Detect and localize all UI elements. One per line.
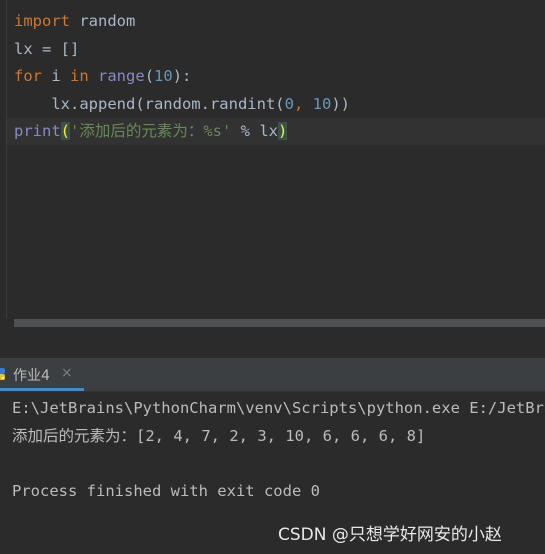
code-token: 10 [154, 67, 173, 85]
code-token: in [70, 67, 89, 85]
code-token: '添加后的元素为：%s' [70, 122, 232, 140]
editor-horizontal-scrollbar[interactable] [0, 318, 545, 329]
console-command-line: E:\JetBrains\PythonCharm\venv\Scripts\py… [12, 399, 545, 417]
scrollbar-thumb[interactable] [14, 319, 545, 327]
code-line[interactable]: lx.append(random.randint(0, 10)) [14, 91, 350, 118]
code-token: range [98, 67, 145, 85]
code-token: % lx [231, 122, 279, 140]
code-token: ): [172, 67, 192, 85]
editor-panel-gap [0, 329, 545, 358]
code-token: lx = [] [14, 40, 80, 58]
gutter-divider [6, 0, 7, 318]
code-token: for [14, 67, 42, 85]
code-token: ( [60, 122, 71, 140]
run-tool-window-tabs: 作业4 × [0, 358, 545, 392]
code-token: 0 [284, 95, 294, 113]
console-output-line: 添加后的元素为：[2, 4, 7, 2, 3, 10, 6, 6, 6, 8] [12, 427, 426, 445]
console-exit-line: Process finished with exit code 0 [12, 482, 320, 500]
code-editor[interactable]: import random lx = [] for i in range(10)… [0, 0, 545, 318]
python-icon [0, 368, 5, 380]
watermark-text: CSDN @只想学好网安的小赵 [278, 525, 502, 545]
code-token: ( [144, 67, 155, 85]
code-token: random [70, 12, 136, 30]
run-tab[interactable]: 作业4 × [0, 358, 84, 391]
close-icon[interactable]: × [61, 365, 73, 381]
code-token: i [42, 67, 70, 85]
code-token: ) [278, 122, 288, 140]
code-token: print [14, 122, 61, 140]
code-line[interactable]: import random [14, 8, 135, 35]
code-token: 10 [312, 95, 332, 113]
code-token: , [293, 95, 313, 113]
code-line[interactable]: for i in range(10): [14, 63, 191, 90]
code-line-current[interactable]: print('添加后的元素为：%s' % lx) [7, 118, 545, 145]
code-line[interactable]: lx = [] [14, 36, 79, 63]
code-token: lx.append(random.randint( [14, 95, 285, 113]
code-token: )) [331, 95, 350, 113]
run-tab-label: 作业4 [13, 368, 50, 384]
code-token: import [14, 12, 70, 30]
